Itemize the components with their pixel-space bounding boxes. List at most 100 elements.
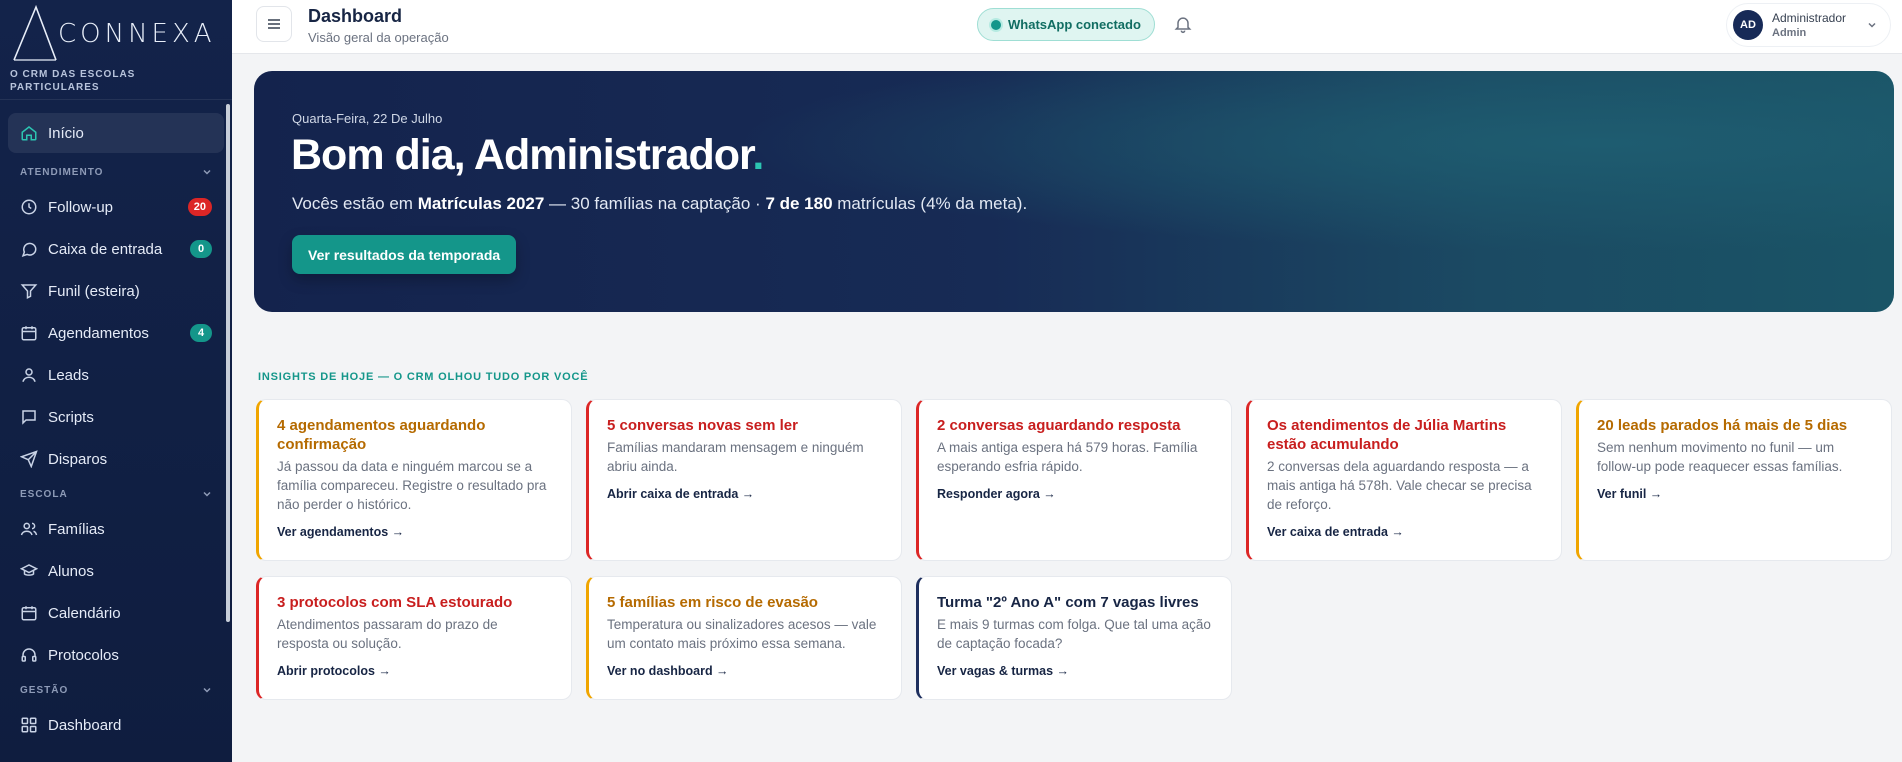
insight-title: 20 leads parados há mais de 5 dias (1597, 417, 1848, 434)
section-atendimento[interactable]: ATENDIMENTO (8, 161, 224, 183)
brand: CONNEXA O CRM DAS ESCOLAS PARTICULARES (0, 0, 232, 100)
user-menu[interactable]: AD Administrador Admin (1726, 3, 1891, 47)
brand-name: CONNEXA (58, 19, 216, 49)
sidebar-item-protocolos[interactable]: Protocolos (8, 635, 224, 675)
insight-title: Os atendimentos de Júlia Martins estão a… (1267, 417, 1507, 453)
greeting-dot: . (752, 131, 764, 179)
sidebar-item-dashboard[interactable]: Dashboard (8, 705, 224, 745)
section-title: ESCOLA (20, 488, 68, 500)
user-name: Administrador (1772, 11, 1847, 25)
insight-title: Turma "2º Ano A" com 7 vagas livres (937, 594, 1199, 611)
insight-link[interactable]: Ver caixa de entrada → (1267, 525, 1543, 539)
insight-title: 4 agendamentos aguardando confirmação (277, 417, 486, 453)
sidebar-item-label: Funil (esteira) (48, 282, 140, 300)
sidebar: CONNEXA O CRM DAS ESCOLAS PARTICULARES I… (0, 0, 232, 762)
calendar-icon (21, 606, 37, 621)
insight-body: 2 conversas dela aguardando resposta — a… (1267, 459, 1532, 512)
brand-tagline: O CRM DAS ESCOLAS PARTICULARES (10, 69, 136, 93)
insight-card: 20 leads parados há mais de 5 dias Sem n… (1576, 399, 1892, 561)
home-icon (21, 126, 37, 141)
sidebar-nav: Início ATENDIMENTO Follow-up 20 Caixa de… (0, 100, 232, 745)
hero-greeting: Bom dia, Administrador. (291, 131, 764, 180)
sidebar-scrollbar[interactable] (226, 104, 230, 622)
insight-card: 3 protocolos com SLA estourado Atendimen… (256, 576, 572, 700)
sidebar-item-label: Famílias (48, 520, 105, 538)
page-title: Dashboard (308, 6, 403, 26)
insight-link[interactable]: Ver no dashboard → (607, 664, 883, 678)
sidebar-item-calendario[interactable]: Calendário (8, 593, 224, 633)
sidebar-item-alunos[interactable]: Alunos (8, 551, 224, 591)
sidebar-item-label: Leads (48, 366, 89, 384)
sidebar-item-inicio[interactable]: Início (8, 113, 224, 153)
sidebar-item-label: Protocolos (48, 646, 119, 664)
section-escola[interactable]: ESCOLA (8, 483, 224, 505)
sidebar-item-leads[interactable]: Leads (8, 355, 224, 395)
insight-link[interactable]: Ver funil → (1597, 487, 1873, 501)
hero-summary: Vocês estão em Matrículas 2027 — 30 famí… (292, 194, 1027, 214)
sidebar-item-agendamentos[interactable]: Agendamentos 4 (8, 313, 224, 353)
insight-title: 5 conversas novas sem ler (607, 417, 798, 434)
user-icon (22, 368, 36, 382)
sidebar-item-follow-up[interactable]: Follow-up 20 (8, 187, 224, 227)
sidebar-item-scripts[interactable]: Scripts (8, 397, 224, 437)
section-title: GESTÃO (20, 684, 69, 696)
sidebar-item-funil[interactable]: Funil (esteira) (8, 271, 224, 311)
send-icon (20, 450, 38, 468)
insight-link[interactable]: Responder agora → (937, 487, 1213, 501)
sidebar-item-label: Início (48, 124, 84, 142)
message-square-icon (22, 410, 36, 425)
insight-card: Turma "2º Ano A" com 7 vagas livres E ma… (916, 576, 1232, 700)
insight-link[interactable]: Ver agendamentos → (277, 525, 553, 539)
summary-prefix: Vocês estão em (292, 194, 418, 213)
sidebar-item-label: Follow-up (48, 198, 114, 216)
insight-title: 3 protocolos com SLA estourado (277, 594, 513, 611)
sidebar-item-label: Calendário (48, 604, 121, 622)
chat-bubble-icon (21, 242, 37, 257)
chevron-down-icon (1868, 22, 1876, 28)
hamburger-icon (268, 19, 280, 29)
chevron-down-icon (203, 491, 211, 497)
sidebar-item-label: Alunos (48, 562, 94, 580)
insight-body: Temperatura ou sinalizadores acesos — va… (607, 617, 877, 651)
welcome-hero: Quarta-Feira, 22 De Julho Bom dia, Admin… (254, 71, 1894, 312)
insight-link[interactable]: Abrir caixa de entrada → (607, 487, 883, 501)
insight-card: 2 conversas aguardando resposta A mais a… (916, 399, 1232, 561)
calendar-icon (21, 326, 37, 341)
whatsapp-status-badge[interactable]: WhatsApp conectado (977, 8, 1155, 41)
sidebar-item-label: Scripts (48, 408, 94, 426)
bell-icon[interactable] (1173, 14, 1193, 34)
enrolled-count: 7 de 180 (765, 194, 833, 213)
sidebar-item-caixa-de-entrada[interactable]: Caixa de entrada 0 (8, 229, 224, 269)
insight-title: 2 conversas aguardando resposta (937, 417, 1181, 434)
users-icon (20, 522, 38, 536)
count-badge: 4 (190, 324, 212, 342)
sidebar-item-label: Dashboard (48, 716, 122, 734)
insight-card: 5 conversas novas sem ler Famílias manda… (586, 399, 902, 561)
graduation-cap-icon (20, 564, 38, 576)
insight-body: Atendimentos passaram do prazo de respos… (277, 617, 498, 651)
funnel-icon (20, 284, 38, 299)
summary-middle: — 30 famílias na captação · (544, 194, 766, 213)
sidebar-item-label: Agendamentos (48, 324, 149, 342)
count-badge: 20 (187, 198, 212, 216)
sidebar-item-label: Disparos (48, 450, 108, 468)
insight-body: Já passou da data e ninguém marcou se a … (277, 459, 547, 512)
user-role: Admin (1772, 27, 1807, 39)
page-subtitle: Visão geral da operação (308, 30, 449, 45)
chevron-down-icon (203, 687, 211, 693)
chevron-down-icon (203, 169, 211, 175)
sidebar-item-familias[interactable]: Famílias (8, 509, 224, 549)
season-results-button[interactable]: Ver resultados da temporada (292, 235, 517, 274)
status-dot-icon (991, 19, 1001, 30)
clock-icon (21, 199, 37, 215)
sidebar-item-disparos[interactable]: Disparos (8, 439, 224, 479)
count-badge: 0 (190, 240, 212, 258)
menu-toggle-button[interactable] (256, 6, 292, 42)
sidebar-item-label: Caixa de entrada (48, 240, 163, 258)
insight-link[interactable]: Ver vagas & turmas → (937, 664, 1213, 678)
grid-icon (21, 717, 37, 733)
insight-card: Os atendimentos de Júlia Martins estão a… (1246, 399, 1562, 561)
section-gestao[interactable]: GESTÃO (8, 679, 224, 701)
insight-link[interactable]: Abrir protocolos → (277, 664, 553, 678)
insight-title: 5 famílias em risco de evasão (607, 594, 818, 611)
